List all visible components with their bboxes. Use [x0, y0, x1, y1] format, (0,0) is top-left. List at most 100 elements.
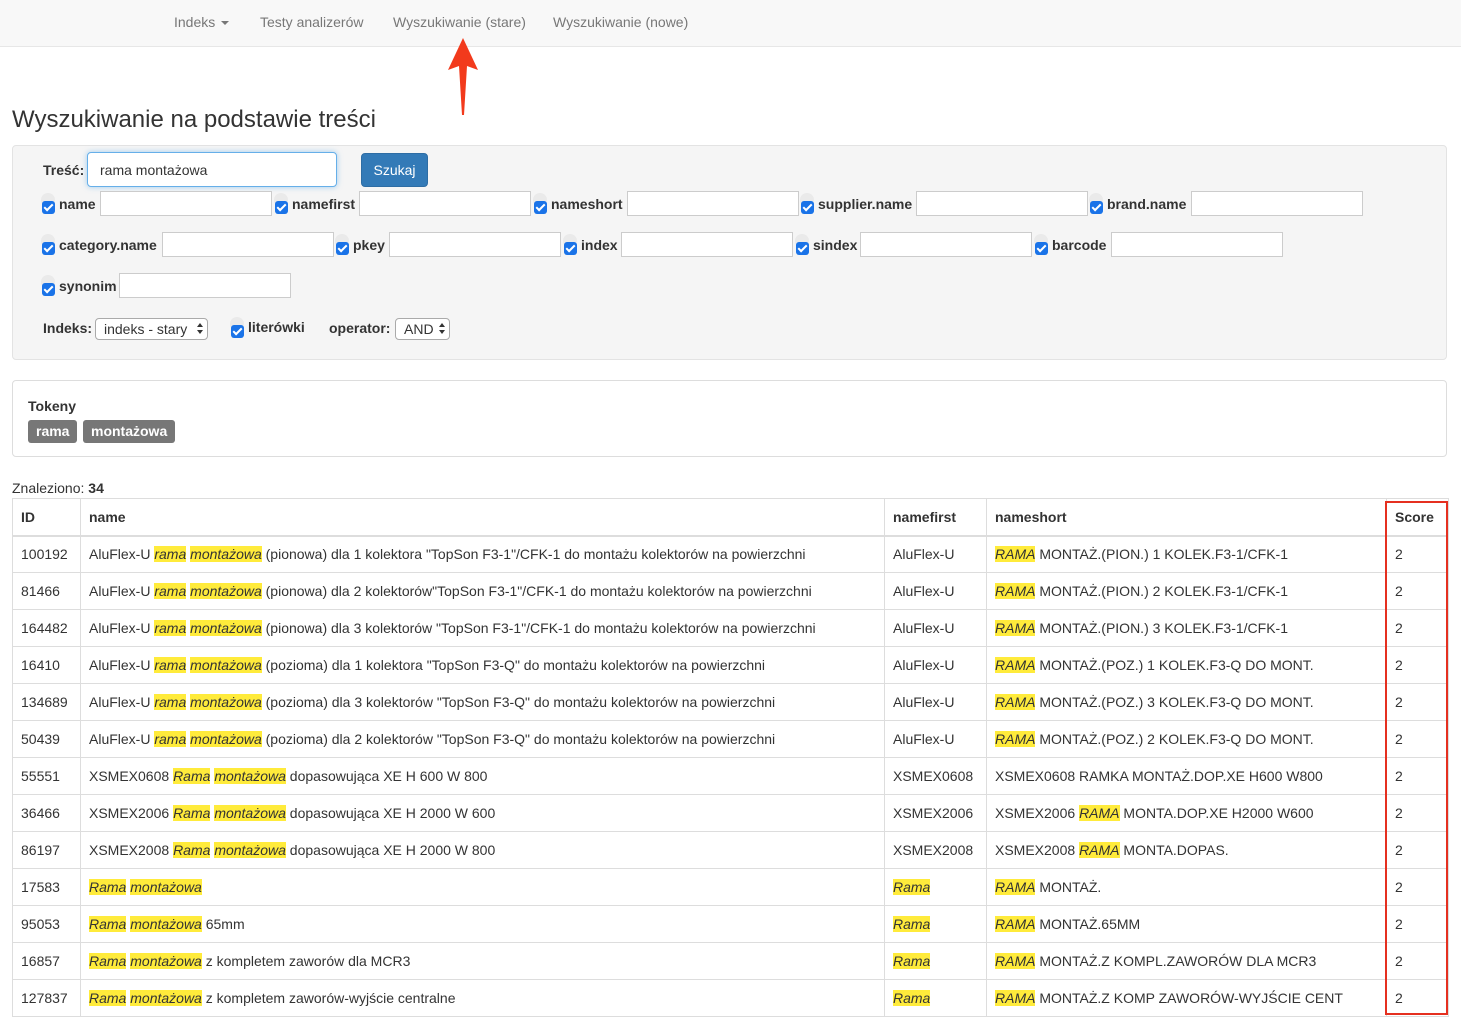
field-label-pkey: pkey [353, 237, 385, 253]
field-input-pkey[interactable] [389, 232, 561, 257]
checkbox-brand-name[interactable] [1090, 201, 1103, 214]
cell-nameshort: RAMA MONTAŻ.Z KOMPL.ZAWORÓW DLA MCR3 [986, 942, 1387, 980]
highlight-match: RAMA [995, 879, 1036, 895]
table-row[interactable]: 95053 Rama montażowa 65mm Rama RAMA MONTAŻ.… [12, 905, 1449, 943]
highlight-match: RAMA [1079, 805, 1120, 821]
results-count: Znaleziono: 34 [12, 480, 104, 496]
cell-text: dopasowująca XE H 600 W 800 [285, 768, 488, 784]
highlight-match: Rama [893, 990, 931, 1006]
cell-text: AluFlex-U [89, 583, 155, 599]
cell-namefirst: XSMEX2006 [884, 794, 987, 832]
checkbox-index[interactable] [564, 242, 577, 255]
cell-name: AluFlex-U rama montażowa (pozioma) dla 2… [80, 720, 885, 758]
cell-text: AluFlex-U [893, 657, 955, 673]
nav-item-indeks[interactable]: Indeks [174, 14, 230, 30]
cell-namefirst: Rama [884, 942, 987, 980]
cell-namefirst: AluFlex-U [884, 720, 987, 758]
checkbox-namefirst[interactable] [275, 201, 288, 214]
checkbox-supplier-name[interactable] [801, 201, 814, 214]
cell-name: AluFlex-U rama montażowa (pionowa) dla 1… [80, 535, 885, 573]
field-input-barcode[interactable] [1111, 232, 1283, 257]
column-header-name[interactable]: name [80, 498, 885, 537]
table-row[interactable]: 17583 Rama montażowa Rama RAMA MONTAŻ. 2 [12, 868, 1449, 906]
highlight-match: rama [154, 583, 187, 599]
cell-text: AluFlex-U [893, 583, 955, 599]
highlight-match: montażowa [214, 805, 286, 821]
table-row[interactable]: 16857 Rama montażowa z kompletem zaworów … [12, 942, 1449, 980]
field-input-supplier-name[interactable] [916, 191, 1088, 216]
checkbox-sindex[interactable] [796, 242, 809, 255]
table-row[interactable]: 50439 AluFlex-U rama montażowa (pozioma) … [12, 720, 1449, 758]
column-header-nameshort[interactable]: nameshort [986, 498, 1387, 537]
field-input-synonim[interactable] [119, 273, 291, 298]
field-label-namefirst: namefirst [292, 196, 356, 212]
field-input-category-name[interactable] [162, 232, 334, 257]
table-row[interactable]: 16410 AluFlex-U rama montażowa (pozioma) … [12, 646, 1449, 684]
cell-nameshort: RAMA MONTAŻ.Z KOMP ZAWORÓW-WYJŚCIE CENT [986, 979, 1387, 1017]
checkbox-category-name[interactable] [42, 242, 55, 255]
highlight-match: montażowa [190, 546, 262, 563]
cell-text: XSMEX0608 [893, 768, 974, 784]
nav-item-wyszukiwanie-stare[interactable]: Wyszukiwanie (stare) [393, 14, 526, 30]
highlight-match: Rama [89, 879, 127, 895]
checkbox-pkey[interactable] [336, 242, 349, 255]
operator-select-value: AND [404, 321, 434, 337]
cell-namefirst: AluFlex-U [884, 646, 987, 684]
cell-nameshort: RAMA MONTAŻ.(POZ.) 2 KOLEK.F3-Q DO MONT. [986, 720, 1387, 758]
checkbox-literowki[interactable] [231, 325, 244, 338]
cell-id: 50439 [12, 720, 81, 758]
caret-down-icon [221, 21, 230, 26]
table-row[interactable]: 164482 AluFlex-U rama montażowa (pionowa)… [12, 609, 1449, 647]
nav-item-testy[interactable]: Testy analizerów [260, 14, 364, 30]
field-input-namefirst[interactable] [359, 191, 531, 216]
table-row[interactable]: 86197 XSMEX2008 Rama montażowa dopasowują… [12, 831, 1449, 869]
checkbox-barcode[interactable] [1035, 242, 1048, 255]
checkbox-synonim[interactable] [42, 283, 55, 296]
cell-text: dopasowująca XE H 2000 W 600 [285, 805, 496, 821]
field-input-nameshort[interactable] [627, 191, 799, 216]
field-input-index[interactable] [621, 232, 793, 257]
table-row[interactable]: 127837 Rama montażowa z kompletem zaworów… [12, 979, 1449, 1017]
table-row[interactable]: 81466 AluFlex-U rama montażowa (pionowa) … [12, 572, 1449, 610]
table-row[interactable]: 55551 XSMEX0608 Rama montażowa dopasowują… [12, 757, 1449, 795]
cell-id: 100192 [12, 535, 81, 573]
field-label-nameshort: nameshort [551, 196, 623, 212]
cell-text: AluFlex-U [893, 620, 955, 636]
operator-select[interactable]: AND [395, 318, 450, 340]
highlight-match: Rama [893, 879, 931, 895]
index-select[interactable]: indeks - stary [95, 318, 208, 340]
table-header-row: ID name namefirst nameshort Score [12, 498, 1449, 537]
highlight-match: RAMA [995, 731, 1036, 747]
checkbox-name[interactable] [42, 201, 55, 214]
cell-text: MONTAŻ.(POZ.) 2 KOLEK.F3-Q DO MONT. [1035, 731, 1314, 747]
cell-name: Rama montażowa [80, 868, 885, 906]
checkbox-nameshort[interactable] [534, 201, 547, 214]
field-label-sindex: sindex [813, 237, 858, 253]
field-input-sindex[interactable] [860, 232, 1032, 257]
cell-text: MONTAŻ. [1035, 879, 1102, 895]
table-row[interactable]: 36466 XSMEX2006 Rama montażowa dopasowują… [12, 794, 1449, 832]
table-row[interactable]: 134689 AluFlex-U rama montażowa (pozioma)… [12, 683, 1449, 721]
cell-text: MONTA.DOP.XE H2000 W600 [1119, 805, 1314, 821]
highlight-match: RAMA [995, 916, 1036, 932]
highlight-match: RAMA [995, 620, 1036, 636]
table-row[interactable]: 100192 AluFlex-U rama montażowa (pionowa)… [12, 535, 1449, 573]
column-header-id[interactable]: ID [12, 498, 81, 537]
highlight-match: rama [154, 731, 187, 747]
cell-nameshort: RAMA MONTAŻ.(POZ.) 1 KOLEK.F3-Q DO MONT. [986, 646, 1387, 684]
cell-name: XSMEX0608 Rama montażowa dopasowująca XE… [80, 757, 885, 795]
field-input-brand-name[interactable] [1191, 191, 1363, 216]
cell-text: z kompletem zaworów-wyjście centralne [201, 990, 456, 1006]
cell-text: MONTAŻ.(PION.) 3 KOLEK.F3-1/CFK-1 [1035, 620, 1289, 636]
column-header-namefirst[interactable]: namefirst [884, 498, 987, 537]
highlight-match: RAMA [995, 694, 1036, 710]
nav-item-wyszukiwanie-nowe[interactable]: Wyszukiwanie (nowe) [553, 14, 688, 30]
cell-nameshort: RAMA MONTAŻ.(POZ.) 3 KOLEK.F3-Q DO MONT. [986, 683, 1387, 721]
search-button[interactable]: Szukaj [361, 153, 428, 187]
highlight-match: RAMA [995, 657, 1036, 673]
cell-text: AluFlex-U [89, 694, 155, 710]
highlight-match: montażowa [130, 953, 202, 969]
query-input[interactable] [87, 152, 337, 187]
highlight-match: montażowa [214, 768, 286, 784]
field-input-name[interactable] [100, 191, 272, 216]
